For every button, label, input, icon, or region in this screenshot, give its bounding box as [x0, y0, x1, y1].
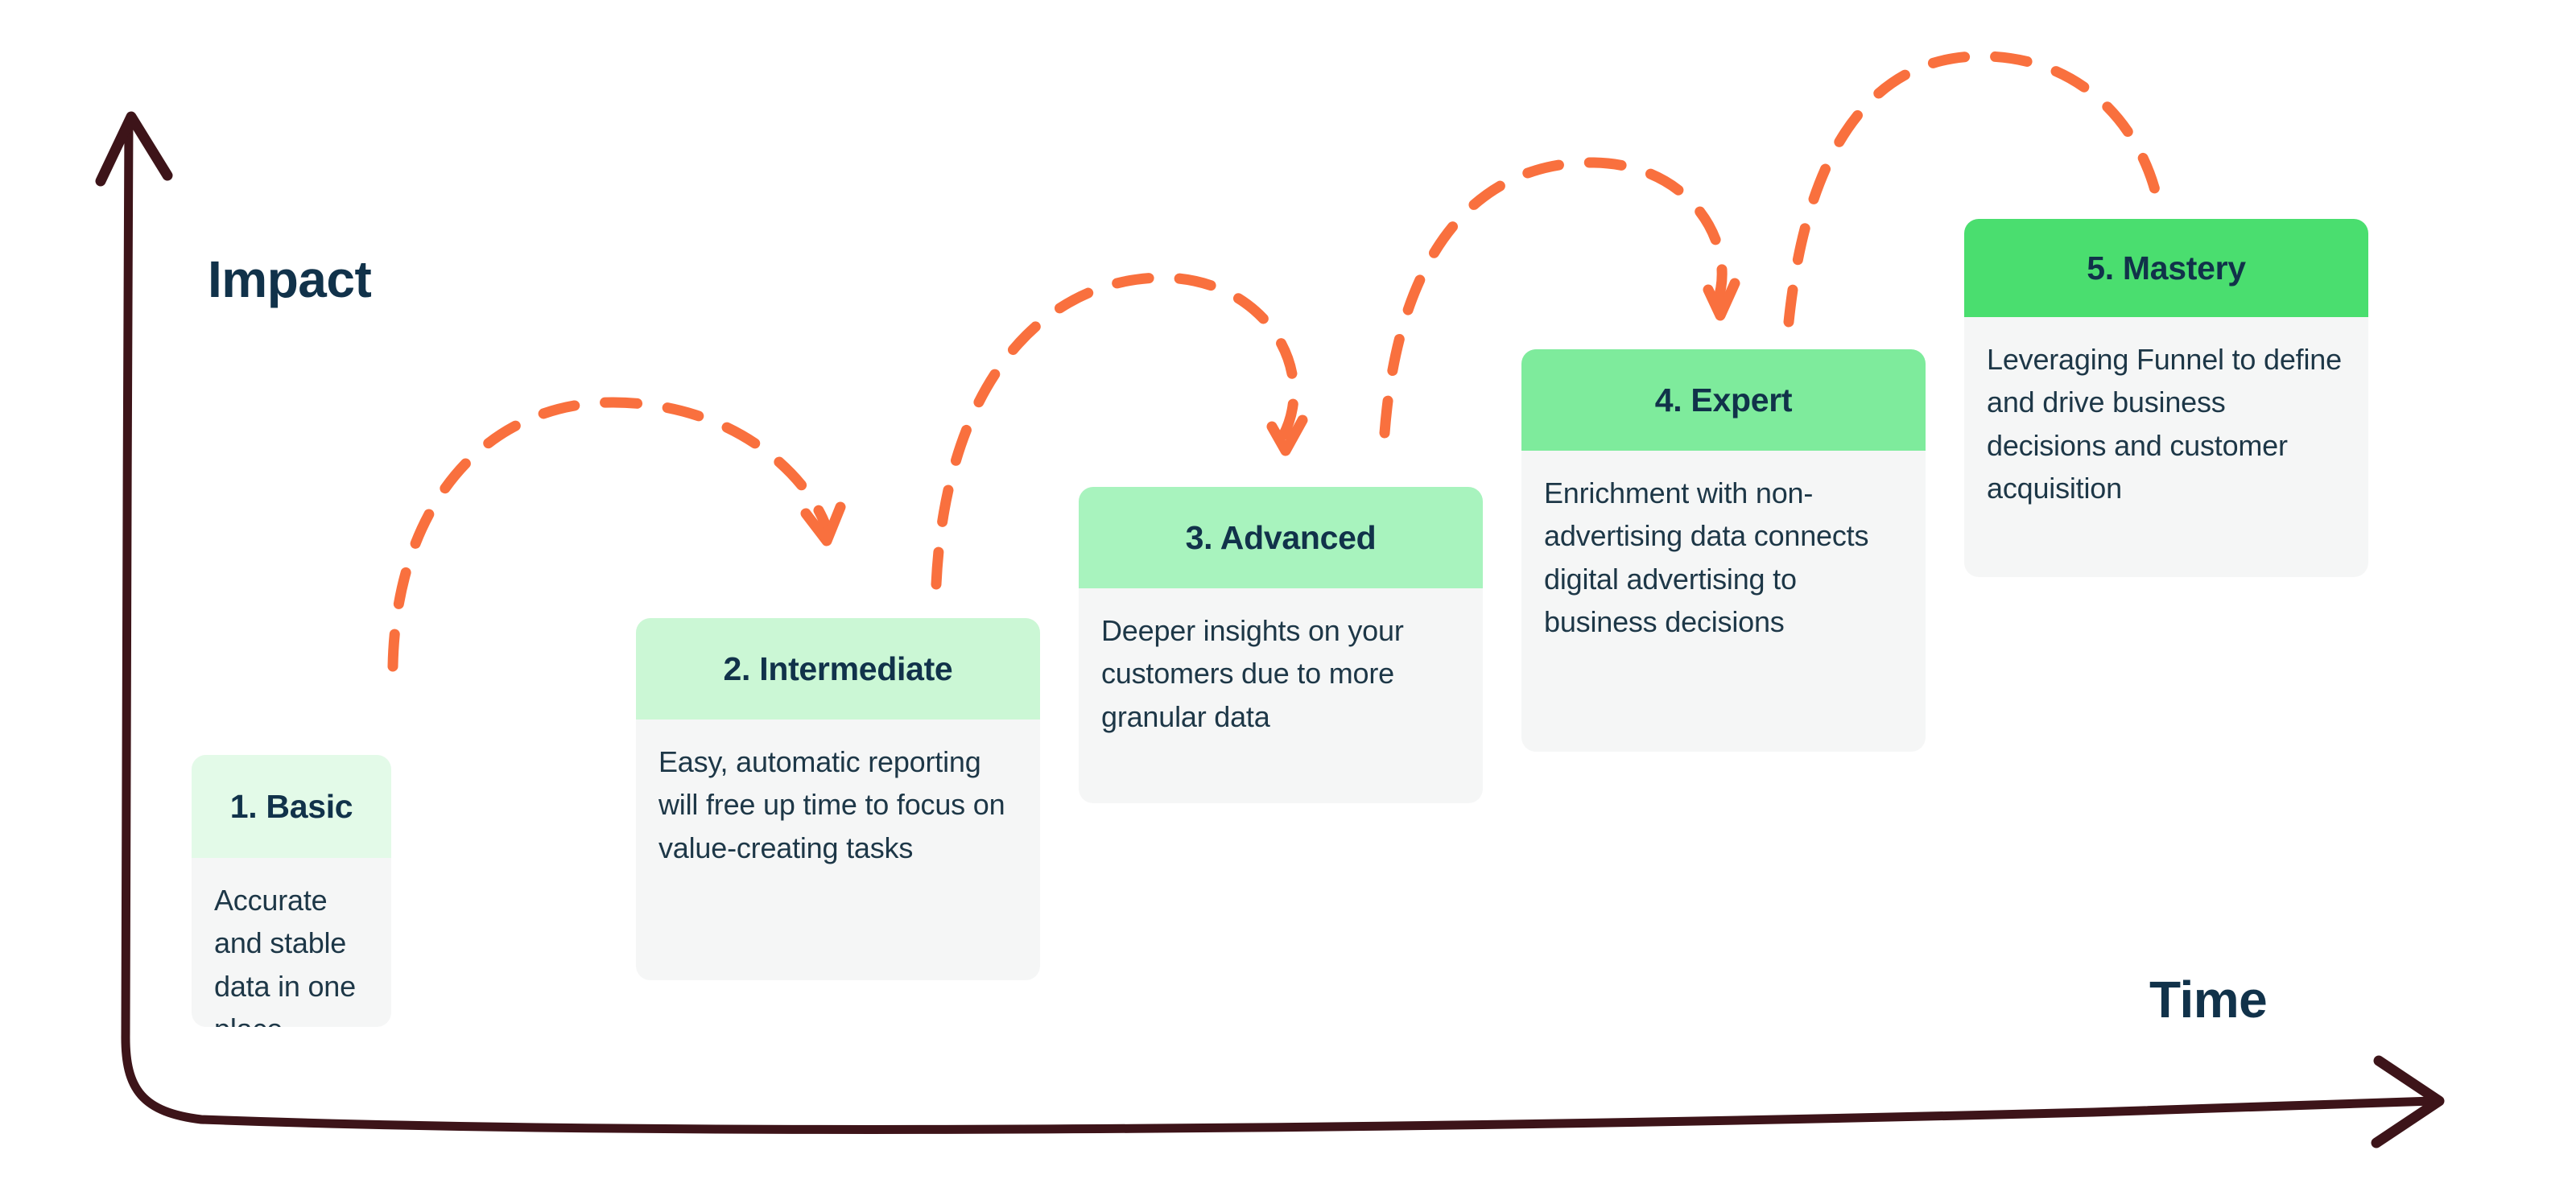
stage-card-intermediate[interactable]: 2. Intermediate Easy, automatic reportin…	[636, 618, 1040, 980]
stage-card-header: 2. Intermediate	[636, 618, 1040, 720]
stage-card-header: 4. Expert	[1521, 349, 1926, 451]
x-axis-arrowhead-icon	[2371, 1055, 2445, 1148]
stage-card-title: 2. Intermediate	[723, 649, 953, 687]
y-axis-label: Impact	[208, 250, 372, 308]
stage-card-header: 1. Basic	[192, 755, 391, 858]
stage-card-mastery[interactable]: 5. Mastery Leveraging Funnel to define a…	[1964, 219, 2368, 577]
stage-card-body: Enrichment with non-advertising data con…	[1544, 476, 1869, 638]
x-axis-label: Time	[2149, 971, 2268, 1029]
stage-card-title: 5. Mastery	[2087, 249, 2246, 287]
stage-card-title: 1. Basic	[229, 787, 353, 825]
stage-card-basic[interactable]: 1. Basic Accurate and stable data in one…	[192, 755, 391, 1027]
stage-card-body: Easy, automatic reporting will free up t…	[658, 745, 1005, 864]
stage-card-title: 3. Advanced	[1185, 518, 1377, 556]
stage-card-title: 4. Expert	[1654, 381, 1793, 419]
stage-card-body: Deeper insights on your customers due to…	[1101, 614, 1404, 733]
stage-card-header: 3. Advanced	[1079, 487, 1483, 588]
stage-card-body: Leveraging Funnel to define and drive bu…	[1987, 343, 2342, 505]
diagram-canvas: Impact Time 1. Basic Accurate and stable…	[0, 0, 2576, 1204]
stage-card-expert[interactable]: 4. Expert Enrichment with non-advertisin…	[1521, 349, 1926, 752]
y-axis-arrowhead-icon	[95, 111, 173, 187]
stage-card-body: Accurate and stable data in one place	[214, 884, 356, 1027]
connector-arrowhead-3-icon	[1703, 278, 1740, 321]
stage-card-advanced[interactable]: 3. Advanced Deeper insights on your cust…	[1079, 487, 1483, 803]
connector-arrowhead-1-icon	[800, 501, 846, 546]
stage-card-header: 5. Mastery	[1964, 219, 2368, 317]
connector-arrowhead-2-icon	[1266, 414, 1308, 456]
